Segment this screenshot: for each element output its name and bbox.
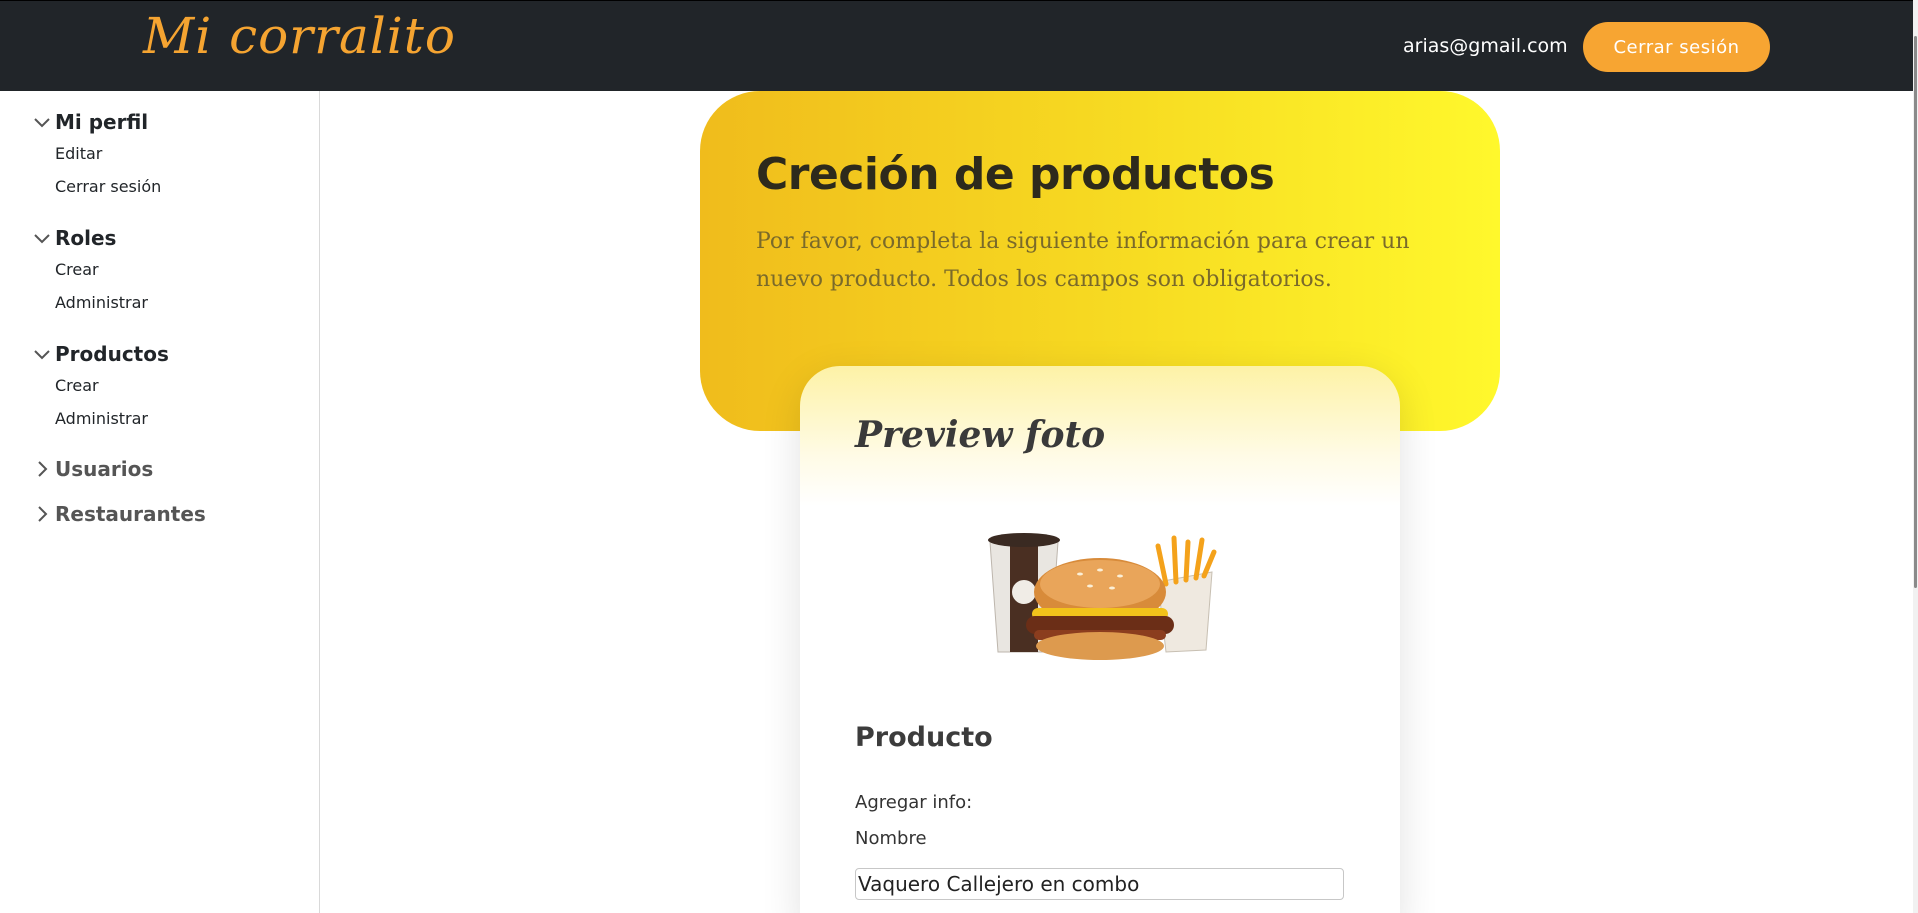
brand-logo[interactable]: Mi corralito (143, 7, 456, 65)
sidebar-item-productos-administrar[interactable]: Administrar (55, 402, 169, 435)
sidebar-group-usuarios: Usuarios (30, 454, 153, 484)
page-title: Creción de productos (756, 149, 1275, 200)
sidebar-toggle-restaurantes[interactable]: Restaurantes (30, 499, 206, 529)
product-form-card: Preview foto Producto Agregar info: Nomb… (800, 366, 1400, 913)
sidebar-group-label: Restaurantes (55, 502, 206, 526)
sidebar-toggle-productos[interactable]: Productos (30, 339, 169, 369)
sidebar-group-mi-perfil: Mi perfil Editar Cerrar sesión (30, 107, 161, 203)
chevron-down-icon (30, 110, 54, 134)
name-field-label: Nombre (855, 828, 927, 849)
sidebar-item-roles-crear[interactable]: Crear (55, 253, 148, 286)
sidebar-group-productos: Productos Crear Administrar (30, 339, 169, 435)
scrollbar-track[interactable] (1913, 0, 1918, 913)
sidebar-group-restaurantes: Restaurantes (30, 499, 206, 529)
scrollbar-thumb[interactable] (1914, 36, 1917, 588)
sidebar-item-cerrar-sesion[interactable]: Cerrar sesión (55, 170, 161, 203)
burger-combo-image (980, 512, 1220, 672)
chevron-right-icon (30, 457, 54, 481)
sidebar-group-label: Roles (55, 226, 117, 250)
user-email: arias@gmail.com (1403, 35, 1568, 57)
sidebar-group-label: Usuarios (55, 457, 154, 481)
sidebar-item-productos-crear[interactable]: Crear (55, 369, 169, 402)
sidebar-item-roles-administrar[interactable]: Administrar (55, 286, 148, 319)
sidebar-group-label: Productos (55, 342, 169, 366)
sidebar-toggle-mi-perfil[interactable]: Mi perfil (30, 107, 161, 137)
top-navbar: Mi corralito arias@gmail.com Cerrar sesi… (0, 0, 1918, 91)
sidebar-toggle-roles[interactable]: Roles (30, 223, 148, 253)
section-title: Producto (855, 722, 993, 753)
name-input[interactable] (855, 868, 1344, 900)
sidebar-item-editar[interactable]: Editar (55, 137, 161, 170)
sidebar-group-roles: Roles Crear Administrar (30, 223, 148, 319)
sidebar: Mi perfil Editar Cerrar sesión Roles Cre… (0, 91, 320, 913)
sidebar-group-label: Mi perfil (55, 110, 149, 134)
sidebar-toggle-usuarios[interactable]: Usuarios (30, 454, 153, 484)
chevron-down-icon (30, 226, 54, 250)
add-info-label: Agregar info: (855, 792, 973, 813)
page-description: Por favor, completa la siguiente informa… (756, 229, 1410, 292)
preview-title: Preview foto (855, 414, 1106, 456)
logout-button[interactable]: Cerrar sesión (1583, 22, 1770, 72)
chevron-down-icon (30, 342, 54, 366)
chevron-right-icon (30, 502, 54, 526)
